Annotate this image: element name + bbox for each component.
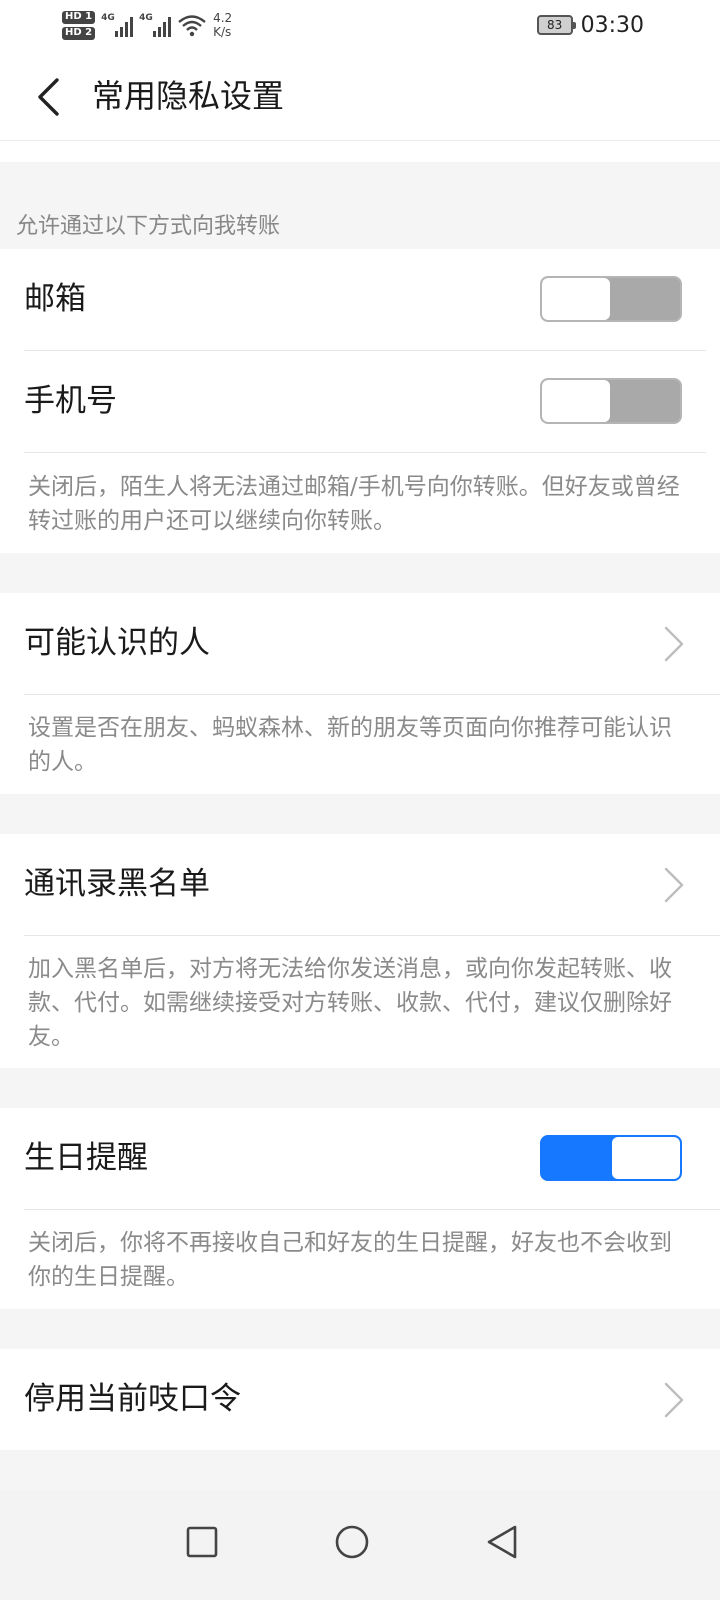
- hd-indicators: HD 1 HD 2: [62, 10, 96, 40]
- hd-badge-2: HD 2: [62, 26, 96, 40]
- status-bar: HD 1 HD 2 4G 4G 4.2 K/s 83 03:30: [0, 0, 720, 50]
- divider: [24, 935, 720, 936]
- page-title: 常用隐私设置: [92, 77, 285, 115]
- status-right: 83 03:30: [536, 8, 644, 42]
- toggle-knob: [542, 278, 610, 320]
- password-card: 停用当前吱口令: [0, 1349, 720, 1450]
- divider: [24, 1209, 720, 1210]
- people-description: 设置是否在朋友、蚂蚁森林、新的朋友等页面向你推荐可能认识的人。: [28, 715, 672, 775]
- transfer-card: 邮箱 手机号 关闭后，陌生人将无法通过邮箱/手机号向你转账。但好友或曾经转过账的…: [0, 249, 720, 553]
- row-people-you-may-know[interactable]: 可能认识的人: [0, 593, 720, 695]
- email-toggle[interactable]: [540, 276, 682, 322]
- row-birthday-reminder: 生日提醒: [0, 1108, 720, 1210]
- nav-bar: 常用隐私设置: [0, 50, 720, 140]
- chevron-right-icon: [664, 867, 684, 903]
- row-disable-password[interactable]: 停用当前吱口令: [0, 1349, 720, 1451]
- birthday-description: 关闭后，你将不再接收自己和好友的生日提醒，好友也不会收到你的生日提醒。: [28, 1230, 672, 1290]
- row-email: 邮箱: [0, 249, 720, 351]
- blacklist-card: 通讯录黑名单 加入黑名单后，对方将无法给你发送消息，或向你发起转账、收款、代付。…: [0, 834, 720, 1068]
- back-button[interactable]: [26, 72, 70, 122]
- system-nav-bar: [0, 1490, 720, 1600]
- network-type-1: 4G: [101, 13, 115, 23]
- people-card: 可能认识的人 设置是否在朋友、蚂蚁森林、新的朋友等页面向你推荐可能认识的人。: [0, 593, 720, 794]
- divider: [24, 452, 706, 453]
- row-birthday-label: 生日提醒: [24, 1140, 148, 1176]
- toggle-knob: [542, 380, 610, 422]
- phone-toggle[interactable]: [540, 378, 682, 424]
- signal-icon-2: 4G: [139, 13, 172, 37]
- clock: 03:30: [580, 12, 644, 38]
- row-phone: 手机号: [0, 351, 720, 453]
- toggle-knob: [612, 1137, 680, 1179]
- transfer-description: 关闭后，陌生人将无法通过邮箱/手机号向你转账。但好友或曾经转过账的用户还可以继续…: [28, 474, 680, 534]
- network-speed: 4.2 K/s: [213, 11, 232, 39]
- recent-apps-icon: [186, 1526, 218, 1558]
- system-back-button[interactable]: [472, 1512, 532, 1572]
- row-people-label: 可能认识的人: [24, 625, 210, 661]
- back-triangle-icon: [487, 1525, 517, 1559]
- chevron-right-icon: [664, 1382, 684, 1418]
- row-password-label: 停用当前吱口令: [24, 1381, 241, 1417]
- transfer-section-header: 允许通过以下方式向我转账: [16, 214, 281, 239]
- previous-card-edge: [0, 140, 720, 162]
- row-contact-blacklist[interactable]: 通讯录黑名单: [0, 834, 720, 936]
- birthday-toggle[interactable]: [540, 1135, 682, 1181]
- row-phone-label: 手机号: [24, 383, 117, 419]
- network-type-2: 4G: [139, 13, 153, 23]
- wifi-icon: [178, 15, 206, 37]
- home-button[interactable]: [322, 1512, 382, 1572]
- row-email-label: 邮箱: [24, 281, 86, 317]
- hd-badge-1: HD 1: [62, 10, 96, 24]
- birthday-card: 生日提醒 关闭后，你将不再接收自己和好友的生日提醒，好友也不会收到你的生日提醒。: [0, 1108, 720, 1309]
- signal-icon: 4G: [101, 13, 134, 37]
- chevron-left-icon: [38, 78, 59, 116]
- row-blacklist-label: 通讯录黑名单: [24, 866, 210, 902]
- divider: [24, 694, 720, 695]
- recent-apps-button[interactable]: [172, 1512, 232, 1572]
- speed-unit: K/s: [213, 25, 232, 39]
- chevron-right-icon: [664, 626, 684, 662]
- battery-level: 83: [546, 18, 563, 32]
- blacklist-description: 加入黑名单后，对方将无法给你发送消息，或向你发起转账、收款、代付。如需继续接受对…: [28, 956, 672, 1050]
- speed-value: 4.2: [213, 11, 233, 25]
- status-left: HD 1 HD 2 4G 4G 4.2 K/s: [62, 6, 232, 44]
- battery-icon: 83: [536, 15, 576, 35]
- home-icon: [335, 1525, 369, 1559]
